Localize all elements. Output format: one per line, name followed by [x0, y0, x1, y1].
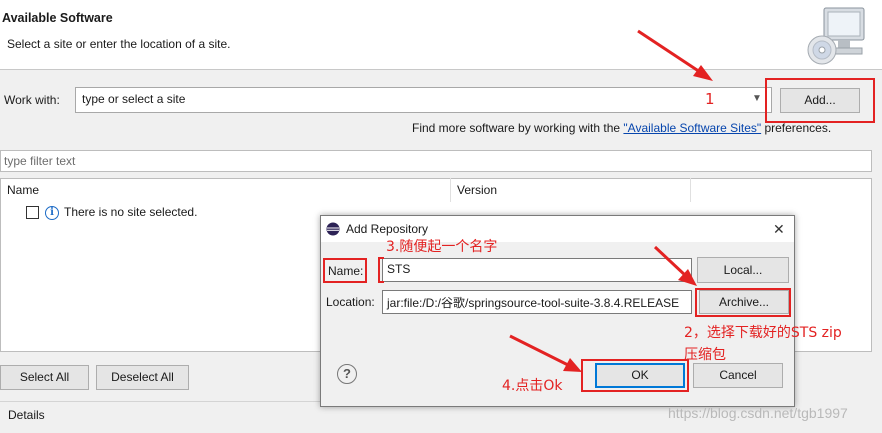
available-software-sites-link[interactable]: "Available Software Sites" — [623, 121, 761, 135]
name-field-highlight — [378, 257, 384, 283]
add-button-highlight — [765, 78, 875, 123]
column-header-version[interactable]: Version — [457, 183, 497, 197]
dialog-title: Add Repository — [346, 222, 429, 236]
annotation-step-2-line1: 2，选择下载好的STS zip — [684, 325, 842, 341]
select-all-button[interactable]: Select All — [0, 365, 89, 390]
page-title: Available Software — [2, 11, 113, 25]
work-with-label: Work with: — [4, 93, 60, 107]
deselect-all-button[interactable]: Deselect All — [96, 365, 189, 390]
column-header-name[interactable]: Name — [7, 183, 39, 197]
empty-tree-message: There is no site selected. — [64, 205, 198, 219]
find-more-suffix: preferences. — [761, 121, 832, 135]
name-field[interactable]: STS — [382, 258, 692, 282]
info-icon: i — [45, 206, 59, 220]
filter-input[interactable]: type filter text — [0, 150, 872, 172]
name-label: Name: — [328, 264, 364, 278]
location-label: Location: — [326, 295, 375, 309]
details-label: Details — [8, 408, 45, 422]
annotation-step-2-line2: 压缩包 — [684, 347, 726, 363]
tree-item-checkbox[interactable] — [26, 206, 39, 219]
annotation-step-1: 1 — [705, 90, 715, 108]
local-button[interactable]: Local... — [697, 257, 789, 283]
column-divider[interactable] — [690, 178, 691, 202]
ok-button-highlight — [581, 359, 689, 392]
annotation-step-4: 4.点击Ok — [502, 378, 563, 394]
install-software-icon — [807, 7, 865, 65]
page-subtitle: Select a site or enter the location of a… — [7, 37, 231, 51]
help-icon[interactable]: ? — [337, 364, 357, 384]
close-icon[interactable]: ✕ — [773, 221, 785, 238]
find-more-prefix: Find more software by working with the — [412, 121, 624, 135]
annotation-step-3: 3.随便起一个名字 — [386, 239, 498, 255]
cancel-button[interactable]: Cancel — [693, 363, 783, 388]
column-divider[interactable] — [450, 178, 451, 202]
find-more-text: Find more software by working with the "… — [412, 121, 831, 135]
wizard-header: Available Software Select a site or ente… — [0, 0, 882, 70]
location-field[interactable]: jar:file:/D:/谷歌/springsource-tool-suite-… — [382, 290, 692, 314]
chevron-down-icon[interactable]: ▼ — [750, 92, 764, 106]
archive-button-highlight — [695, 288, 791, 317]
separator — [0, 401, 320, 402]
work-with-placeholder: type or select a site — [82, 92, 186, 106]
work-with-combo[interactable]: type or select a site — [75, 87, 772, 113]
watermark: https://blog.csdn.net/tgb1997 — [668, 405, 848, 421]
eclipse-icon — [326, 222, 340, 236]
